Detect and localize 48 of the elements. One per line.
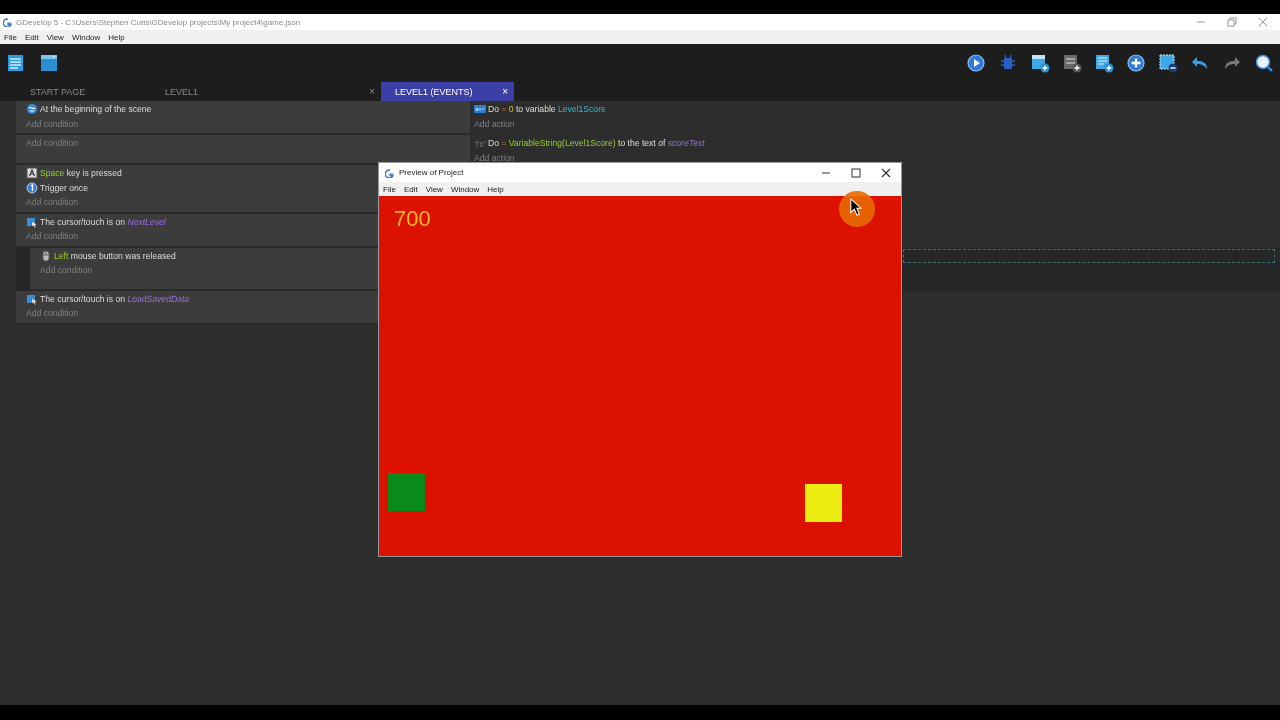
square-sprite <box>805 484 842 522</box>
event-action[interactable]: Do = VariableString(Level1Score) to the text of scoreText <box>488 138 705 149</box>
tab[interactable]: LEVEL1 (EVENTS) × <box>381 82 514 101</box>
menu-item[interactable]: View <box>46 32 64 42</box>
score-text: 700 <box>394 206 431 232</box>
add-icon[interactable] <box>1126 53 1146 73</box>
numbered-circle-icon <box>26 181 38 194</box>
variable-icon <box>474 103 486 116</box>
window-title: GDevelop 5 - C:\Users\Stephen Cutts\GDevelop projects\My project4\game.json <box>16 17 301 27</box>
project-manager-icon[interactable] <box>6 53 26 73</box>
remove-selection-icon[interactable] <box>1158 53 1178 73</box>
add-group-icon[interactable] <box>1062 53 1082 73</box>
menu-item[interactable]: File <box>4 32 17 42</box>
event-action[interactable]: Do = 0 to variable Level1Score <box>488 104 606 115</box>
close-icon[interactable] <box>881 167 891 178</box>
close-tab-button[interactable]: × <box>369 86 375 97</box>
play-icon[interactable] <box>966 53 986 73</box>
app-logo-icon <box>385 168 394 178</box>
menu-item[interactable]: View <box>425 184 443 194</box>
mouse-icon <box>40 249 52 262</box>
tab[interactable]: LEVEL1 × <box>151 82 381 101</box>
globe-icon <box>26 103 38 116</box>
search-icon[interactable] <box>1254 53 1274 73</box>
event-condition[interactable]: Left mouse button was released <box>54 250 176 261</box>
event-condition[interactable]: At the beginning of the scene <box>40 104 152 115</box>
add-event-icon[interactable] <box>1094 53 1114 73</box>
event-condition[interactable]: Space key is pressed <box>40 168 122 179</box>
add-action-link[interactable]: Add action <box>474 152 515 163</box>
menu-item[interactable]: Help <box>108 32 125 42</box>
event-condition[interactable]: Trigger once <box>40 182 88 193</box>
add-action-link[interactable]: Add action <box>474 118 515 129</box>
window-title: Preview of Project <box>399 168 464 177</box>
app-logo-icon <box>3 18 12 27</box>
event-condition[interactable]: The cursor/touch is on LoadSavedData <box>40 293 190 304</box>
menu-item[interactable]: File <box>383 184 396 194</box>
close-tab-button[interactable]: × <box>502 86 508 97</box>
square-sprite <box>388 473 425 511</box>
menu-item[interactable]: Help <box>487 184 504 194</box>
maximize-icon[interactable] <box>851 167 861 178</box>
event-condition[interactable]: The cursor/touch is on NextLevel <box>40 216 166 227</box>
menu-item[interactable]: Edit <box>24 32 39 42</box>
tab[interactable]: START PAGE <box>16 82 151 101</box>
mouse-pointer-icon <box>850 198 862 217</box>
scene-window-icon[interactable] <box>39 53 59 73</box>
menu-item[interactable]: Window <box>71 32 101 42</box>
add-scene-icon[interactable] <box>1030 53 1050 73</box>
menu-item[interactable]: Window <box>450 184 480 194</box>
menu-item[interactable]: Edit <box>403 184 418 194</box>
